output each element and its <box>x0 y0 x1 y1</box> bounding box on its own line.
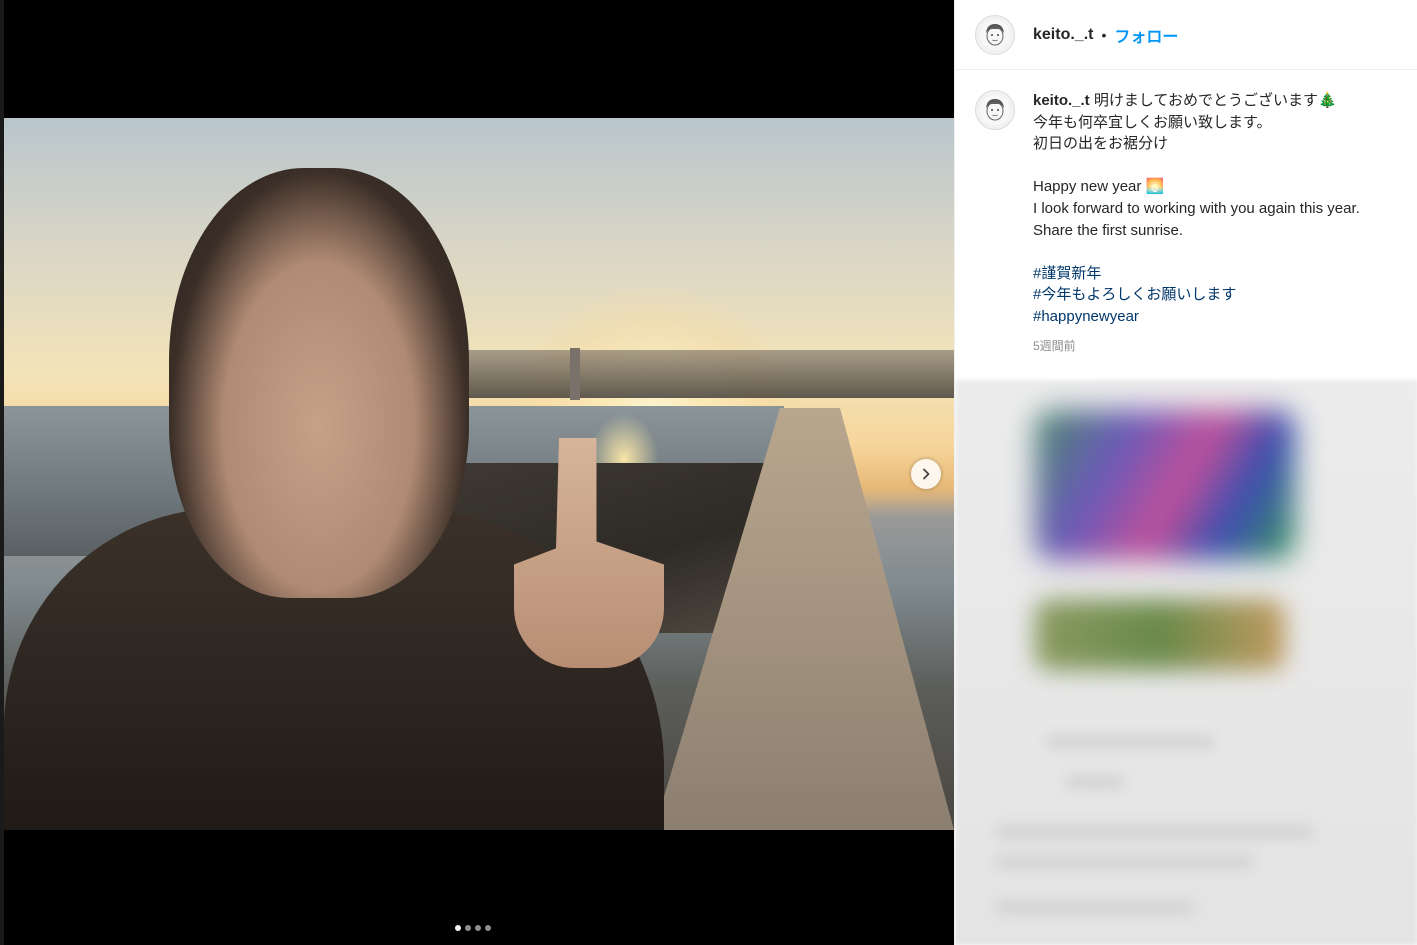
caption-line: Share the first sunrise. <box>1033 221 1184 239</box>
carousel-indicator <box>455 925 491 931</box>
blurred-text <box>995 855 1255 869</box>
caption-line: I look forward to working with you again… <box>1033 199 1360 217</box>
hashtag-link[interactable]: #今年もよろしくお願いします <box>1033 284 1417 306</box>
blurred-text <box>995 900 1195 914</box>
avatar-illustration-icon <box>980 19 1010 50</box>
header-username[interactable]: keito._.t <box>1033 26 1093 44</box>
post-photo[interactable] <box>4 118 954 830</box>
blurred-image <box>1035 600 1285 670</box>
avatar-illustration-icon <box>980 95 1010 125</box>
caption-body: keito._.t 明けましておめでとうございます🎄 今年も何卒宜しくお願い致し… <box>1033 90 1417 357</box>
caption-text: 明けましておめでとうございます🎄 <box>1093 92 1337 109</box>
carousel-dot <box>455 925 461 931</box>
hashtag-link[interactable]: #謹賀新年 <box>1033 263 1417 285</box>
blurred-image <box>1035 410 1295 560</box>
chevron-right-icon <box>923 468 930 480</box>
carousel-dot <box>475 925 481 931</box>
caption-line: Happy new year 🌅 <box>1033 178 1165 196</box>
blurred-text <box>995 825 1315 839</box>
caption-line: 初日の出をお裾分け <box>1033 135 1169 153</box>
follow-button[interactable]: フォロー <box>1114 23 1178 47</box>
hashtag-link[interactable]: #happynewyear <box>1033 306 1417 328</box>
photo-skyline <box>444 350 954 398</box>
caption-avatar[interactable] <box>975 90 1015 130</box>
carousel-dot <box>465 925 471 931</box>
blurred-comments-area <box>955 380 1417 945</box>
blurred-text <box>1065 775 1125 789</box>
header-separator: • <box>1101 26 1107 43</box>
post-header: keito._.t • フォロー <box>955 0 1417 70</box>
photo-tower <box>570 348 580 400</box>
carousel-dot <box>485 925 491 931</box>
caption-username[interactable]: keito._.t <box>1033 92 1090 109</box>
media-pane <box>0 0 954 945</box>
photo-person-head <box>169 168 469 598</box>
caption-line: keito._.t 明けましておめでとうございます🎄 <box>1033 90 1417 112</box>
next-slide-button[interactable] <box>911 459 941 489</box>
avatar[interactable] <box>975 14 1015 55</box>
caption: keito._.t 明けましておめでとうございます🎄 今年も何卒宜しくお願い致し… <box>955 70 1417 357</box>
post-timestamp: 5週間前 <box>1033 338 1076 353</box>
blurred-text <box>1045 735 1215 749</box>
caption-line: 今年も何卒宜しくお願い致します。 <box>1033 113 1272 131</box>
side-pane: keito._.t • フォロー keito._.t 明けましておめでとうござい… <box>954 0 1417 945</box>
